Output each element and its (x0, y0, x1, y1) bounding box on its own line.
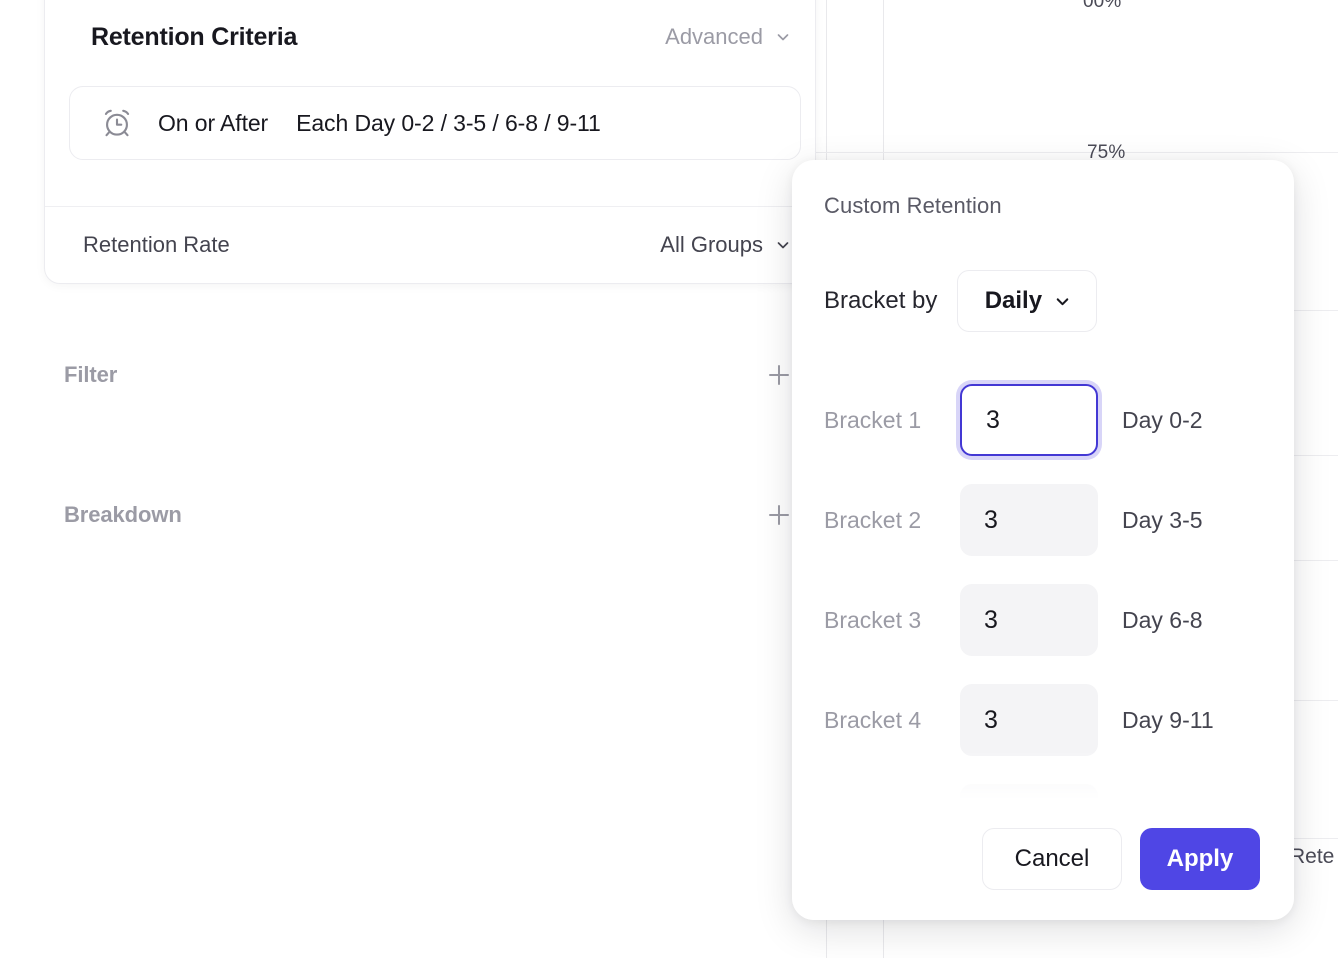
filter-label: Filter (64, 362, 117, 388)
breakdown-section: Breakdown (64, 498, 792, 532)
bracket-label: Bracket 4 (824, 707, 960, 734)
bracket-input-wrap (960, 484, 1098, 556)
retention-rate-value: All Groups (660, 232, 763, 258)
add-filter-button[interactable] (766, 362, 792, 388)
bracket-by-row: Bracket by Daily (824, 270, 1097, 332)
bracket-by-label: Bracket by (824, 287, 937, 315)
retention-rate-label: Retention Rate (83, 232, 230, 258)
custom-retention-popup: Custom Retention Bracket by Daily Bracke… (792, 160, 1294, 920)
table-row-label: Rete (1290, 845, 1334, 869)
chart-gridline-horizontal (800, 152, 1338, 153)
advanced-dropdown[interactable]: Advanced (665, 24, 791, 50)
retention-criteria-pill[interactable]: On or After Each Day 0-2 / 3-5 / 6-8 / 9… (69, 86, 801, 160)
retention-rate-dropdown[interactable]: All Groups (660, 232, 791, 258)
bracket-4-input[interactable] (960, 684, 1098, 756)
bracket-row: Bracket 3 Day 6-8 (792, 570, 1294, 670)
chevron-down-icon (775, 29, 791, 45)
bracket-label: Bracket 1 (824, 407, 960, 434)
bracket-day-range: Day 9-11 (1122, 707, 1214, 734)
popup-title: Custom Retention (824, 193, 1002, 219)
bracket-1-input[interactable] (960, 384, 1098, 456)
bracket-input-wrap (960, 384, 1098, 456)
bracket-2-input[interactable] (960, 484, 1098, 556)
criteria-operator: On or After (158, 110, 268, 137)
breakdown-label: Breakdown (64, 502, 182, 528)
retention-criteria-card: Retention Criteria Advanced (44, 0, 816, 284)
bracket-day-range: Day 6-8 (1122, 607, 1203, 634)
bracket-by-value: Daily (985, 287, 1042, 315)
bracket-row: Bracket 2 Day 3-5 (792, 470, 1294, 570)
plus-icon (766, 502, 792, 528)
chevron-down-icon (775, 237, 791, 253)
bracket-list: Bracket 1 Day 0-2 Bracket 2 Day 3-5 Brac… (792, 370, 1294, 800)
popup-footer: Cancel Apply (792, 798, 1294, 920)
bracket-row: Bracket 5 (792, 770, 1294, 800)
bracket-input-wrap (960, 684, 1098, 756)
criteria-value: Each Day 0-2 / 3-5 / 6-8 / 9-11 (296, 110, 601, 137)
chevron-down-icon (1054, 293, 1070, 309)
bracket-row: Bracket 4 Day 9-11 (792, 670, 1294, 770)
bracket-label: Bracket 2 (824, 507, 960, 534)
page-title: Retention Criteria (91, 23, 297, 52)
bracket-day-range: Day 0-2 (1122, 407, 1203, 434)
chart-y-axis-label: 00% (1083, 0, 1121, 13)
retention-rate-row: Retention Rate All Groups (45, 207, 817, 283)
app-root: 00% 75% Rete Retention Criteria Advanced (0, 0, 1338, 958)
advanced-label: Advanced (665, 24, 763, 50)
add-breakdown-button[interactable] (766, 502, 792, 528)
bracket-label: Bracket 3 (824, 607, 960, 634)
bracket-day-range: Day 3-5 (1122, 507, 1203, 534)
bracket-3-input[interactable] (960, 584, 1098, 656)
bracket-row: Bracket 1 Day 0-2 (792, 370, 1294, 470)
bracket-by-select[interactable]: Daily (957, 270, 1097, 332)
retention-criteria-header: Retention Criteria Advanced (45, 1, 817, 73)
criteria-text: On or After Each Day 0-2 / 3-5 / 6-8 / 9… (158, 110, 601, 137)
plus-icon (766, 362, 792, 388)
cancel-button[interactable]: Cancel (982, 828, 1122, 890)
alarm-clock-icon (100, 106, 134, 140)
filter-section: Filter (64, 358, 792, 392)
apply-button[interactable]: Apply (1140, 828, 1260, 890)
bracket-input-wrap (960, 584, 1098, 656)
